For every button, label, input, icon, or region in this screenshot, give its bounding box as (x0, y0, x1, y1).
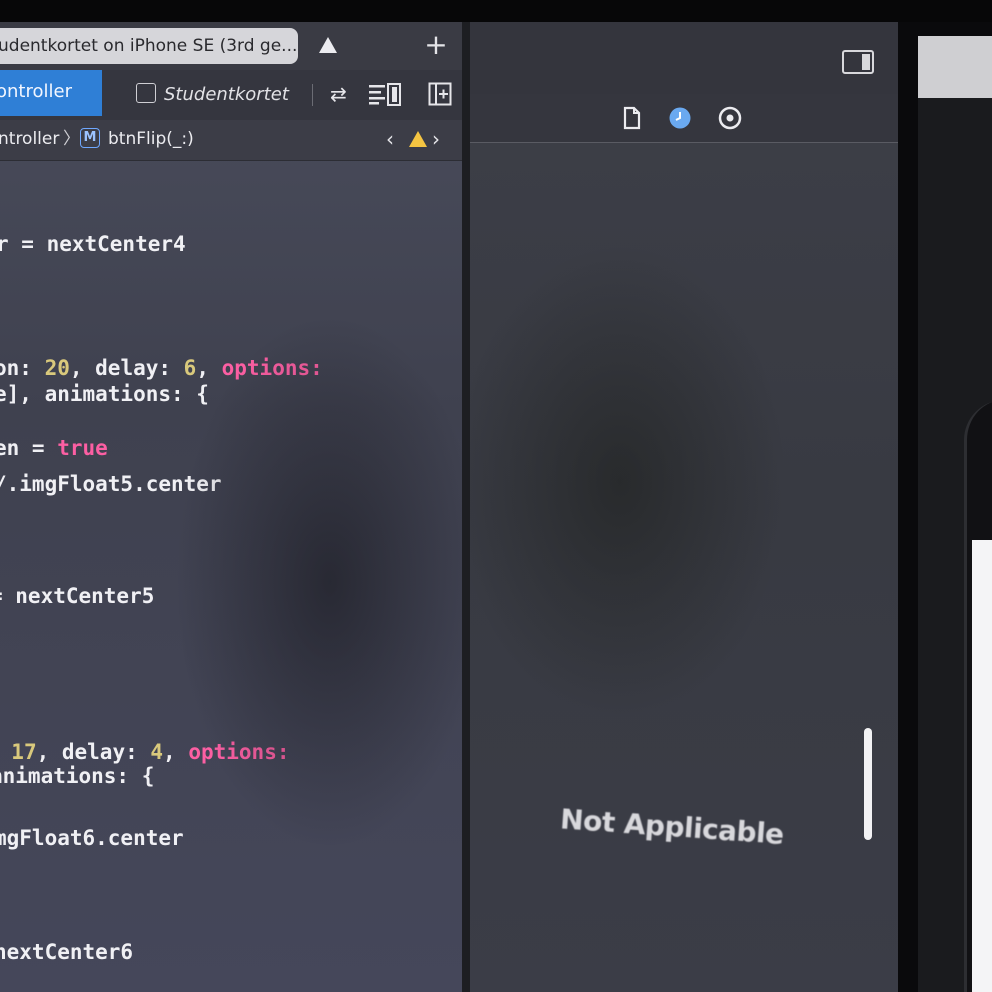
pane-divider[interactable] (462, 22, 470, 992)
chevron-right-icon: 〉 (63, 129, 80, 149)
code-line: mgFloat6.center (0, 826, 184, 850)
code-area[interactable]: r = nextCenter4 on: 20, delay: 6, option… (0, 160, 468, 992)
editor-toolbar: ontroller Studentkortet ⇄ (0, 70, 468, 121)
code-line: en = true (0, 436, 108, 460)
canvas-pane: Not Applicable (470, 22, 898, 992)
chevron-right-icon[interactable]: › (432, 120, 440, 158)
code-editor-pane: udentkortet on iPhone SE (3rd ge... + on… (0, 22, 468, 992)
tab-storyboard[interactable]: Studentkortet (136, 80, 289, 110)
breadcrumb-method[interactable]: btnFlip(_:) (108, 120, 194, 158)
code-line: r = nextCenter4 (0, 232, 186, 256)
canvas-header (470, 22, 898, 95)
tab-view-controller[interactable]: ontroller (0, 70, 102, 116)
code-line: nextCenter6 (0, 940, 134, 964)
run-destination-tab[interactable]: udentkortet on iPhone SE (3rd ge... (0, 28, 298, 64)
swap-arrows-icon[interactable]: ⇄ (330, 82, 347, 106)
inspector-toggle-icon[interactable] (842, 50, 874, 74)
monitor-bezel (0, 0, 992, 22)
code-line: animations: { (0, 764, 155, 788)
chevron-left-icon[interactable]: ‹ (386, 120, 394, 158)
breadcrumb-controller[interactable]: ntroller (0, 120, 59, 158)
run-destination-label: udentkortet on iPhone SE (3rd ge... (0, 36, 298, 56)
secondary-panel (918, 36, 992, 98)
history-icon[interactable] (668, 106, 692, 130)
code-line: /.imgFloat5.center (0, 472, 222, 496)
code-line: on: 20, delay: 6, options: (0, 356, 323, 380)
code-line: e], animations: { (0, 382, 209, 406)
inspector-tabs (470, 94, 898, 143)
code-line: : 17, delay: 4, options: (11, 740, 290, 764)
code-line: = nextCenter5 (0, 584, 155, 608)
toolbar-divider (312, 84, 313, 106)
phone-screen (972, 540, 992, 992)
editor-tab-bar: udentkortet on iPhone SE (3rd ge... + (0, 22, 468, 71)
jump-bar: ntroller 〉 M btnFlip(_:) ‹ › (0, 120, 468, 161)
screen-photo: udentkortet on iPhone SE (3rd ge... + on… (0, 0, 992, 992)
not-applicable-label: Not Applicable (559, 802, 785, 851)
help-icon[interactable] (718, 106, 742, 130)
add-editor-icon[interactable] (428, 82, 452, 106)
warning-triangle-icon[interactable] (318, 36, 338, 54)
add-tab-button[interactable]: + (422, 28, 450, 64)
file-icon[interactable] (620, 106, 644, 130)
tab-storyboard-label: Studentkortet (164, 84, 289, 105)
minimap-icon[interactable] (368, 82, 402, 106)
tab-view-controller-label: ontroller (0, 81, 72, 102)
warning-triangle-icon[interactable] (408, 130, 428, 148)
storyboard-icon (136, 83, 156, 103)
method-icon: M (80, 128, 100, 148)
scrollbar[interactable] (864, 728, 872, 840)
